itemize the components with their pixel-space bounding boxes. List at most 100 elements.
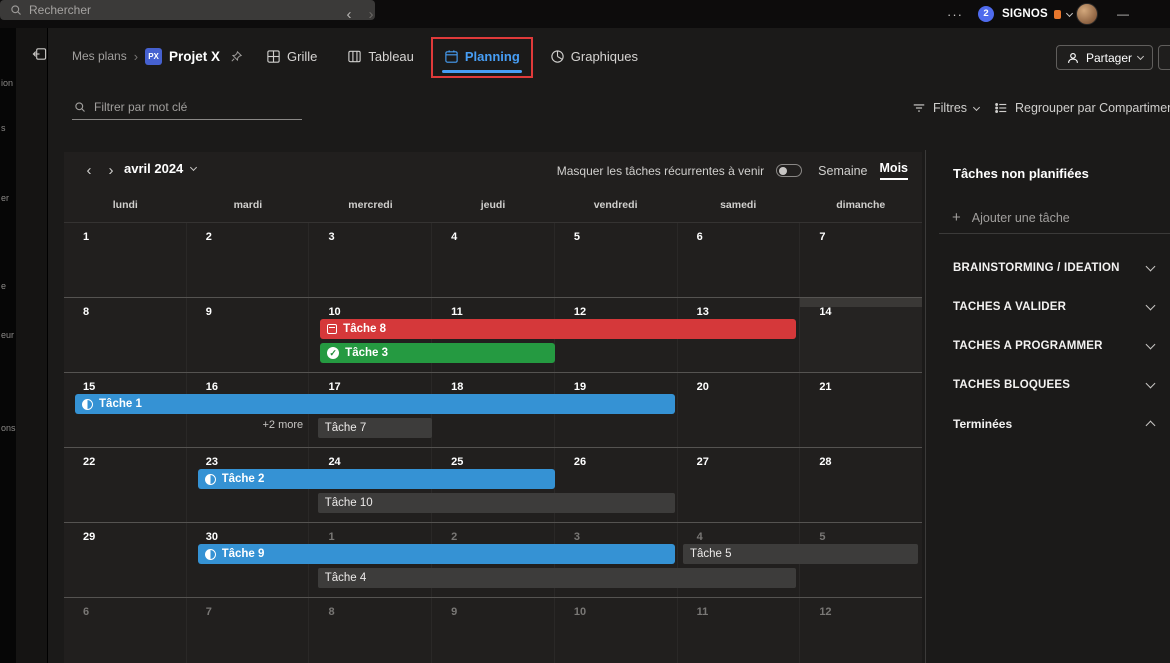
task-bar-label: Tâche 3 — [345, 347, 388, 359]
clipped-toolbar-button[interactable] — [1158, 45, 1170, 70]
bucket-section-taches-a-valider[interactable]: TACHES A VALIDER — [926, 287, 1170, 326]
tab-tableau[interactable]: Tableau — [345, 42, 416, 70]
plan-badge: PX — [145, 48, 162, 65]
bucket-section-terminees[interactable]: Terminées — [926, 404, 1170, 443]
title-bar: ‹ › ··· 2 SIGNOS — — [0, 0, 1170, 28]
day-cell-10[interactable]: 10 — [554, 598, 677, 663]
bucket-section-taches-a-programmer[interactable]: TACHES A PROGRAMMER — [926, 326, 1170, 365]
minimize-button[interactable]: — — [1110, 0, 1136, 28]
tab-planning[interactable]: Planning — [442, 42, 522, 70]
task-bar-label: Tâche 8 — [343, 323, 386, 335]
calendar-icon — [444, 49, 459, 64]
search-input[interactable] — [29, 3, 329, 17]
day-number: 1 — [83, 231, 89, 243]
tenant-switcher[interactable]: SIGNOS — [1002, 0, 1072, 28]
task-bar-tache-10[interactable]: Tâche 10 — [318, 493, 675, 513]
week-row-5: 6789 10 11 12 — [64, 597, 922, 663]
chevron-down-icon — [1146, 339, 1156, 349]
day-cell-8[interactable]: 8 — [308, 598, 431, 663]
day-cell-8[interactable]: 8 — [64, 298, 186, 372]
task-bar-label: Tâche 1 — [99, 398, 142, 410]
day-header-samedi: samedi — [677, 188, 800, 222]
breadcrumb-my-plans[interactable]: Mes plans — [72, 49, 127, 63]
bucket-section-brainstorming-ideation[interactable]: BRAINSTORMING / IDEATION — [926, 248, 1170, 287]
day-cell-7[interactable]: 7 — [186, 598, 309, 663]
month-view-button[interactable]: Mois — [880, 161, 908, 180]
avatar[interactable] — [1076, 3, 1098, 25]
day-cell-4[interactable]: 4 — [431, 223, 554, 297]
task-bar-tache-8[interactable]: Tâche 8 — [320, 319, 796, 339]
day-cell-2[interactable]: 2 — [186, 223, 309, 297]
day-cell-7[interactable]: 7 — [799, 223, 922, 297]
global-search-box[interactable] — [0, 0, 375, 20]
recurring-calendar-icon — [327, 324, 337, 334]
back-arrow-icon[interactable]: ‹ — [340, 0, 358, 28]
task-bar-tache-4[interactable]: Tâche 4 — [318, 568, 797, 588]
task-bar-tache-7[interactable]: Tâche 7 — [318, 418, 433, 438]
week-view-button[interactable]: Semaine — [818, 164, 867, 178]
more-tasks-label[interactable]: +2 more — [239, 419, 303, 431]
rail-label-fragment[interactable]: ons — [1, 423, 16, 433]
task-bar-tache-3[interactable]: ✓Tâche 3 — [320, 343, 555, 363]
bucket-sections: BRAINSTORMING / IDEATIONTACHES A VALIDER… — [926, 248, 1170, 443]
filters-label: Filtres — [933, 101, 967, 115]
keyword-filter-box[interactable] — [72, 94, 302, 120]
in-progress-icon — [205, 474, 216, 485]
share-label: Partager — [1086, 51, 1132, 65]
day-cell-9[interactable]: 9 — [186, 298, 309, 372]
day-number: 28 — [819, 456, 831, 468]
day-number: 11 — [697, 606, 709, 618]
expand-rail-icon[interactable] — [32, 47, 47, 66]
group-by-dropdown[interactable]: Regrouper par Compartiment — [994, 97, 1170, 119]
forward-arrow-icon[interactable]: › — [362, 0, 380, 28]
filters-dropdown[interactable]: Filtres — [912, 97, 979, 119]
add-task-button[interactable]: + Ajouter une tâche — [939, 202, 1170, 234]
day-number: 12 — [574, 306, 586, 318]
day-number: 10 — [574, 606, 586, 618]
panel-title: Tâches non planifiées — [953, 166, 1170, 181]
share-button[interactable]: Partager — [1056, 45, 1153, 70]
previous-month-icon[interactable]: ‹ — [80, 160, 98, 180]
rail-label-fragment[interactable]: er — [1, 193, 9, 203]
day-cell-27[interactable]: 27 — [677, 448, 800, 522]
day-cell-22[interactable]: 22 — [64, 448, 186, 522]
tab-graphiques[interactable]: Graphiques — [548, 42, 640, 70]
day-cell-14[interactable]: 14 — [799, 298, 922, 372]
task-bar-label: Tâche 5 — [690, 548, 732, 560]
day-cell-21[interactable]: 21 — [799, 373, 922, 447]
day-cell-1[interactable]: 1 — [64, 223, 186, 297]
rail-label-fragment[interactable]: eur — [1, 330, 14, 340]
day-number: 11 — [451, 306, 463, 318]
keyword-filter-input[interactable] — [94, 100, 284, 114]
tab-grille[interactable]: Grille — [264, 42, 319, 70]
day-cell-6[interactable]: 6 — [677, 223, 800, 297]
day-cell-3[interactable]: 3 — [308, 223, 431, 297]
next-month-icon[interactable]: › — [102, 160, 120, 180]
day-cell-28[interactable]: 28 — [799, 448, 922, 522]
task-bar-tache-5[interactable]: Tâche 5 — [683, 544, 918, 564]
task-bar-tache-2[interactable]: Tâche 2 — [198, 469, 555, 489]
pin-icon[interactable] — [230, 50, 243, 63]
in-progress-icon — [205, 549, 216, 560]
day-cell-5[interactable]: 5 — [554, 223, 677, 297]
rail-label-fragment[interactable]: e — [1, 281, 6, 291]
rail-label-fragment[interactable]: ion — [1, 78, 13, 88]
more-options-icon[interactable]: ··· — [944, 0, 966, 28]
notification-badge[interactable]: 2 — [978, 6, 994, 22]
hide-recurring-toggle[interactable] — [776, 164, 802, 177]
day-cell-12[interactable]: 12 — [799, 598, 922, 663]
rail-label-fragment[interactable]: s — [1, 123, 6, 133]
month-picker[interactable]: avril 2024 — [124, 161, 196, 176]
day-number: 10 — [328, 306, 340, 318]
task-bar-tache-1[interactable]: Tâche 1 — [75, 394, 675, 414]
tab-label: Planning — [465, 49, 520, 64]
day-cell-20[interactable]: 20 — [677, 373, 800, 447]
day-number: 29 — [83, 531, 95, 543]
day-cell-11[interactable]: 11 — [677, 598, 800, 663]
day-cell-29[interactable]: 29 — [64, 523, 186, 597]
task-bar-tache-9[interactable]: Tâche 9 — [198, 544, 675, 564]
breadcrumb: Mes plans › PX Projet X — [72, 44, 243, 68]
bucket-section-taches-bloquees[interactable]: TACHES BLOQUEES — [926, 365, 1170, 404]
day-cell-6[interactable]: 6 — [64, 598, 186, 663]
day-cell-9[interactable]: 9 — [431, 598, 554, 663]
